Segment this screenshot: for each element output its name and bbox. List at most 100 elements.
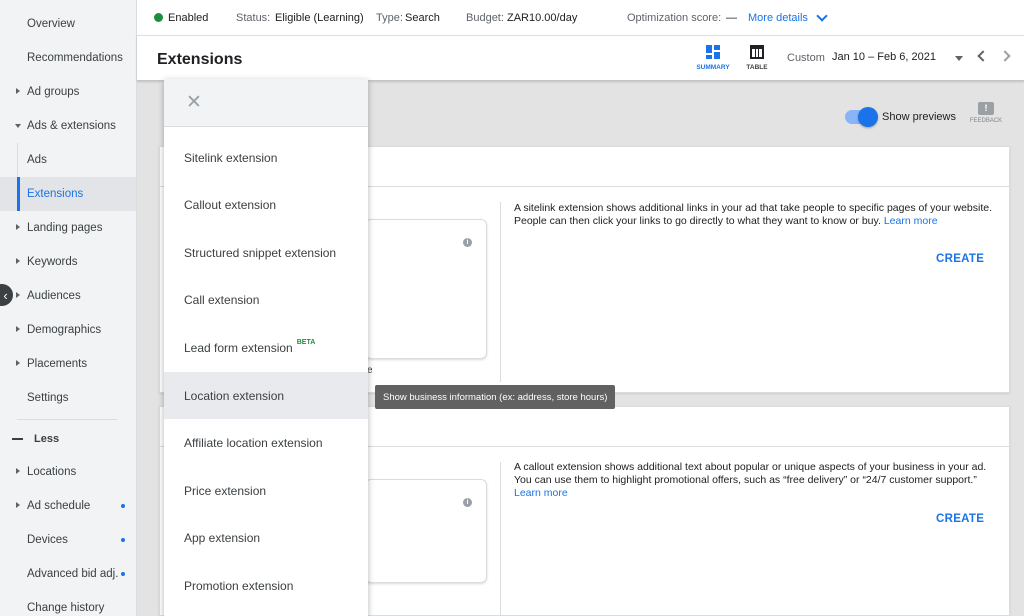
notification-dot [121, 504, 125, 508]
summary-view-button[interactable]: SUMMARY [693, 44, 733, 76]
menu-item-label: Call extension [184, 292, 260, 307]
menu-item-label: Callout extension [184, 197, 277, 212]
info-icon[interactable]: i [463, 498, 472, 507]
sidebar-item-ad-groups[interactable]: Ad groups [0, 75, 136, 109]
enabled-status-icon [154, 13, 163, 22]
sidebar-item-label: Landing pages [27, 222, 103, 234]
notification-dot [121, 538, 125, 542]
sidebar-item-ad-schedule[interactable]: Ad schedule [0, 489, 136, 523]
sidebar-item-recommendations[interactable]: Recommendations [0, 41, 136, 75]
menu-item-label: Sitelink extension [184, 150, 278, 165]
sidebar-item-audiences[interactable]: Audiences [0, 279, 136, 313]
show-previews-toggle[interactable] [845, 107, 878, 127]
sidebar-item-devices[interactable]: Devices [0, 523, 136, 557]
sidebar-item-label: Locations [27, 466, 77, 478]
sidebar-item-extensions[interactable]: Extensions [0, 177, 136, 211]
sidebar-item-locations[interactable]: Locations [0, 455, 136, 489]
sidebar-item-change-history[interactable]: Change history [0, 591, 136, 616]
status-value: Eligible (Learning) [275, 12, 364, 24]
dropdown-arrow-icon[interactable] [955, 56, 963, 61]
caret-right-icon [16, 360, 20, 366]
menu-item-promotion-extension[interactable]: Promotion extension [164, 562, 368, 609]
page-header: Extensions SUMMARY TABLE Custom Jan 10 –… [137, 35, 1024, 81]
caret-right-icon [16, 502, 20, 508]
chevron-left-icon: ‹ [3, 287, 8, 303]
table-view-button[interactable]: TABLE [737, 44, 777, 76]
sidebar-item-label: Audiences [27, 290, 81, 302]
menu-item-label: App extension [184, 530, 261, 545]
menu-item-label: Lead form extension [184, 340, 293, 355]
menu-item-call-extension[interactable]: Call extension [164, 276, 368, 323]
beta-badge: BETA [296, 339, 316, 346]
sidebar-item-advanced-bid-adj[interactable]: Advanced bid adj. [0, 557, 136, 591]
sidebar-item-landing-pages[interactable]: Landing pages [0, 211, 136, 245]
caret-right-icon [16, 292, 20, 298]
date-range-picker[interactable]: Jan 10 – Feb 6, 2021 [832, 51, 936, 63]
learn-more-link[interactable]: Learn more [514, 487, 568, 499]
sidebar-item-label: Ads & extensions [27, 120, 116, 132]
enabled-status[interactable]: Enabled [168, 12, 208, 24]
sidebar-item-label: Ads [27, 154, 47, 166]
dashboard-icon [706, 45, 720, 59]
budget-value: ZAR10.00/day [507, 12, 578, 24]
sidebar-item-label: Ad groups [27, 86, 80, 98]
menu-item-label: Price extension [184, 483, 267, 498]
sidebar-divider [17, 419, 117, 420]
menu-item-sitelink-extension[interactable]: Sitelink extension [164, 134, 368, 181]
card-divider [500, 202, 501, 382]
ad-preview: i [365, 479, 487, 583]
card-divider [500, 462, 501, 616]
feedback-button[interactable]: ! FEEDBACK [966, 102, 1006, 124]
feedback-label: FEEDBACK [969, 118, 1003, 124]
optimization-label: Optimization score: [627, 12, 722, 24]
sidebar-item-settings[interactable]: Settings [0, 381, 136, 415]
menu-item-label: Structured snippet extension [184, 245, 337, 260]
menu-item-affiliate-location-extension[interactable]: Affiliate location extension [164, 419, 368, 466]
sidebar-item-ads-extensions[interactable]: Ads & extensions [0, 109, 136, 143]
sidebar-item-label: Overview [27, 18, 75, 30]
next-period-icon[interactable] [999, 50, 1011, 62]
more-details-link[interactable]: More details [748, 12, 808, 24]
page-title: Extensions [157, 51, 243, 68]
optimization-value: — [726, 12, 737, 24]
less-toggle[interactable]: Less [0, 429, 136, 449]
sidebar-item-label: Recommendations [27, 52, 123, 64]
previous-period-icon[interactable] [977, 50, 989, 62]
sidebar-item-demographics[interactable]: Demographics [0, 313, 136, 347]
menu-item-app-extension[interactable]: App extension [164, 514, 368, 561]
menu-item-price-extension[interactable]: Price extension [164, 467, 368, 514]
sidebar-item-overview[interactable]: Overview [0, 7, 136, 41]
location-extension-tooltip: Show business information (ex: address, … [375, 385, 616, 409]
menu-item-location-extension[interactable]: Location extension [164, 372, 368, 419]
toggle-knob [858, 107, 878, 127]
menu-item-lead-form-extension[interactable]: Lead form extension BETA [164, 324, 368, 371]
type-value: Search [405, 12, 440, 24]
caret-right-icon [16, 468, 20, 474]
learn-more-link[interactable]: Learn more [884, 215, 938, 227]
sidebar-item-label: Settings [27, 392, 69, 404]
close-icon[interactable]: ✕ [186, 93, 202, 112]
create-callout-button[interactable]: CREATE [936, 513, 984, 525]
create-sitelink-button[interactable]: CREATE [936, 253, 984, 265]
menu-item-label: Location extension [184, 388, 285, 403]
feedback-icon: ! [978, 102, 994, 115]
sidebar-item-ads[interactable]: Ads [0, 143, 136, 177]
menu-header: ✕ [164, 79, 368, 127]
caret-right-icon [16, 88, 20, 94]
menu-item-structured-snippet-extension[interactable]: Structured snippet extension [164, 229, 368, 276]
sidebar-item-keywords[interactable]: Keywords [0, 245, 136, 279]
less-label: Less [34, 433, 60, 445]
chevron-down-icon[interactable] [816, 10, 828, 22]
table-icon [750, 45, 764, 59]
caret-down-icon [15, 124, 21, 128]
callout-description: A callout extension shows additional tex… [514, 461, 1000, 500]
caret-right-icon [16, 326, 20, 332]
sidebar-item-placements[interactable]: Placements [0, 347, 136, 381]
ad-preview: i [365, 219, 487, 359]
sidebar-item-label: Change history [27, 602, 105, 614]
info-icon[interactable]: i [463, 238, 472, 247]
menu-item-callout-extension[interactable]: Callout extension [164, 181, 368, 228]
sidebar-item-label: Ad schedule [27, 500, 91, 512]
sidebar-item-label: Placements [27, 358, 88, 370]
summary-label: SUMMARY [696, 64, 730, 71]
